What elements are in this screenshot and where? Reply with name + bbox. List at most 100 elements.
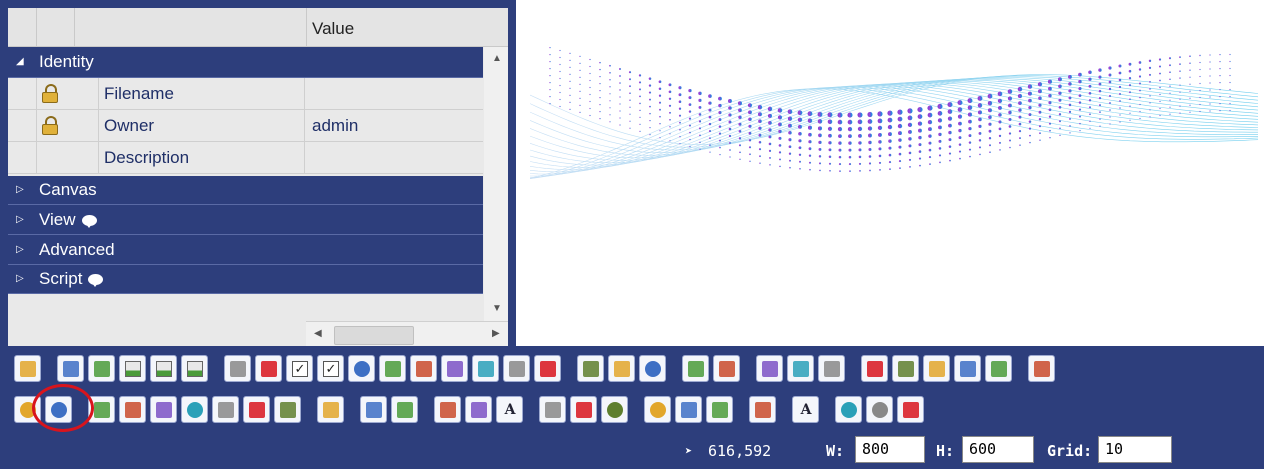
- level-icon: [903, 402, 919, 418]
- bar-chart-button[interactable]: [119, 355, 146, 382]
- text-add-button[interactable]: [441, 355, 468, 382]
- machine-10-button[interactable]: [1028, 355, 1055, 382]
- property-value-filename[interactable]: [306, 78, 489, 110]
- flag-text-button[interactable]: [570, 396, 597, 423]
- dial-button[interactable]: [181, 396, 208, 423]
- color-picker-button[interactable]: [682, 355, 709, 382]
- grid-input[interactable]: 10: [1098, 436, 1172, 463]
- octagon-button[interactable]: [706, 396, 733, 423]
- machine-9-button[interactable]: [985, 355, 1012, 382]
- picture-button[interactable]: [465, 396, 492, 423]
- horizontal-scrollbar[interactable]: ◀ ▶: [306, 321, 508, 346]
- checkbox-icon: ✓: [292, 361, 308, 377]
- curve-button[interactable]: [150, 396, 177, 423]
- radio-button[interactable]: [348, 355, 375, 382]
- knob-2-button[interactable]: [866, 396, 893, 423]
- category-canvas[interactable]: ▷ Canvas: [8, 176, 483, 205]
- panel-dark-button[interactable]: [88, 355, 115, 382]
- property-row-owner[interactable]: Owner admin: [8, 110, 483, 142]
- text-frame-icon: [440, 402, 456, 418]
- textbox-button[interactable]: [379, 355, 406, 382]
- vertical-scrollbar[interactable]: ▲ ▼: [484, 47, 508, 322]
- info-icon[interactable]: [81, 215, 97, 229]
- info-icon[interactable]: [88, 274, 104, 288]
- rectangle-button[interactable]: [675, 396, 702, 423]
- scroll-up-icon[interactable]: ▲: [492, 53, 502, 64]
- resize-button[interactable]: [410, 355, 437, 382]
- panel-icon: [63, 361, 79, 377]
- download-button[interactable]: [503, 355, 530, 382]
- slider-button[interactable]: [274, 396, 301, 423]
- expand-triangle-icon[interactable]: ▷: [16, 265, 24, 293]
- area-chart-button[interactable]: [150, 355, 177, 382]
- dial-icon: [187, 402, 203, 418]
- sparkline-button[interactable]: [212, 396, 239, 423]
- text-add-2-button[interactable]: [472, 355, 499, 382]
- tank-button[interactable]: [243, 396, 270, 423]
- machine-4-button[interactable]: [818, 355, 845, 382]
- button-button[interactable]: [224, 355, 251, 382]
- category-script[interactable]: ▷ Script: [8, 265, 483, 294]
- height-input[interactable]: 600: [962, 436, 1034, 463]
- area-chart-2-icon: [187, 361, 203, 377]
- date-15-button[interactable]: [608, 355, 635, 382]
- machine-8-button[interactable]: [954, 355, 981, 382]
- mountain-text-button[interactable]: [539, 396, 566, 423]
- knob-button[interactable]: [835, 396, 862, 423]
- curve-icon: [156, 402, 172, 418]
- property-value-description[interactable]: [306, 142, 489, 174]
- ruler-icon: [125, 402, 141, 418]
- lock-icon: [42, 116, 58, 135]
- panel-button[interactable]: [57, 355, 84, 382]
- gear-button[interactable]: [749, 396, 776, 423]
- machine-5-button[interactable]: [861, 355, 888, 382]
- machine-3-button[interactable]: [787, 355, 814, 382]
- checkbox-button[interactable]: ✓: [286, 355, 313, 382]
- property-row-description[interactable]: Description: [8, 142, 483, 174]
- button-2-button[interactable]: [255, 355, 282, 382]
- machine-2-button[interactable]: [756, 355, 783, 382]
- area-chart-2-button[interactable]: [181, 355, 208, 382]
- expand-triangle-icon[interactable]: ▷: [16, 176, 24, 204]
- text-frame-button[interactable]: [434, 396, 461, 423]
- scroll-left-icon[interactable]: ◀: [314, 328, 322, 339]
- scroll-thumb[interactable]: [334, 326, 414, 345]
- book-button[interactable]: [317, 396, 344, 423]
- font-a-icon: A: [504, 402, 516, 418]
- scroll-right-icon[interactable]: ▶: [492, 328, 500, 339]
- machine-1-button[interactable]: [713, 355, 740, 382]
- header-icon-col: [36, 8, 75, 46]
- category-label: Advanced: [39, 240, 115, 259]
- ruler-button[interactable]: [119, 396, 146, 423]
- category-view[interactable]: ▷ View: [8, 205, 483, 235]
- expand-triangle-icon[interactable]: ▷: [16, 205, 24, 234]
- machine-5-icon: [867, 361, 883, 377]
- level-button[interactable]: [897, 396, 924, 423]
- scroll-down-icon[interactable]: ▼: [492, 303, 502, 314]
- image-button[interactable]: [360, 396, 387, 423]
- font-a-button[interactable]: A: [496, 396, 523, 423]
- category-identity[interactable]: ◢ Identity: [8, 47, 483, 78]
- property-value-owner[interactable]: admin: [306, 110, 489, 142]
- expand-triangle-icon[interactable]: ▷: [16, 235, 24, 264]
- bell-button[interactable]: [14, 355, 41, 382]
- record-button[interactable]: [601, 396, 628, 423]
- machine-10-icon: [1034, 361, 1050, 377]
- checkbox-2-button[interactable]: ✓: [317, 355, 344, 382]
- image-grid-button[interactable]: [391, 396, 418, 423]
- property-row-filename[interactable]: Filename: [8, 78, 483, 110]
- machine-6-button[interactable]: [892, 355, 919, 382]
- clock-button[interactable]: [639, 355, 666, 382]
- device-button[interactable]: [534, 355, 561, 382]
- category-advanced[interactable]: ▷ Advanced: [8, 235, 483, 265]
- radio-icon: [354, 361, 370, 377]
- machine-3-icon: [793, 361, 809, 377]
- width-input[interactable]: 800: [855, 436, 925, 463]
- calendar-button[interactable]: [577, 355, 604, 382]
- collapse-triangle-icon[interactable]: ◢: [16, 47, 24, 77]
- color-picker-icon: [688, 361, 704, 377]
- machine-7-button[interactable]: [923, 355, 950, 382]
- font-a-small-button[interactable]: A: [792, 396, 819, 423]
- device-icon: [540, 361, 556, 377]
- ellipse-button[interactable]: [644, 396, 671, 423]
